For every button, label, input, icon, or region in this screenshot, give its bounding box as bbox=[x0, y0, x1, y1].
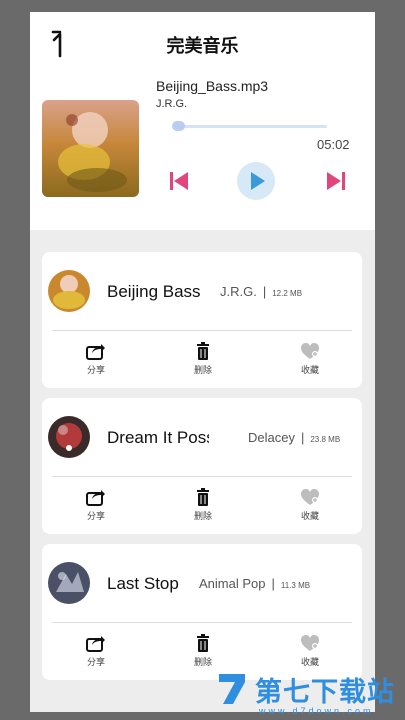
favorite-button[interactable]: 收藏 bbox=[290, 342, 330, 376]
play-icon bbox=[251, 172, 265, 190]
watermark-logo-icon bbox=[219, 674, 245, 704]
play-button[interactable] bbox=[237, 162, 275, 200]
album-cover bbox=[42, 100, 139, 197]
song-size: 23.8 MB bbox=[310, 435, 341, 444]
share-icon bbox=[86, 344, 105, 360]
favorite-button[interactable]: 收藏 bbox=[290, 488, 330, 522]
song-title: Last Stop bbox=[107, 574, 179, 593]
song-avatar bbox=[48, 562, 90, 604]
page-title: 完美音乐 bbox=[166, 36, 239, 56]
song-size: 11.3 MB bbox=[280, 581, 311, 590]
progress-handle[interactable] bbox=[172, 121, 185, 131]
share-label: 分享 bbox=[86, 511, 105, 521]
progress-bar[interactable] bbox=[173, 125, 327, 128]
song-artist: Animal Pop bbox=[199, 576, 266, 591]
share-label: 分享 bbox=[86, 657, 105, 667]
share-button[interactable]: 分享 bbox=[76, 634, 116, 668]
song-artist: Delacey bbox=[248, 430, 295, 445]
share-label: 分享 bbox=[86, 365, 105, 375]
delete-button[interactable]: 删除 bbox=[183, 342, 223, 376]
watermark: 第七下载站 www.d7down.com bbox=[205, 668, 405, 720]
song-meta: J.R.G. | 12.2 MB bbox=[220, 284, 303, 299]
favorite-label: 收藏 bbox=[300, 657, 319, 667]
song-meta: Delacey | 23.8 MB bbox=[248, 430, 341, 445]
watermark-url: www.d7down.com bbox=[259, 706, 374, 716]
delete-button[interactable]: 删除 bbox=[183, 634, 223, 668]
song-card[interactable]: Beijing Bass J.R.G. | 12.2 MB 分享 删除 收藏 bbox=[42, 252, 362, 388]
heart-icon bbox=[301, 343, 319, 359]
song-meta: Animal Pop | 11.3 MB bbox=[199, 576, 311, 591]
player-panel: 完美音乐 Beijing_Bass.mp3 J.R.G. 05:02 bbox=[30, 12, 375, 230]
track-duration: 05:02 bbox=[317, 137, 350, 152]
next-track-icon[interactable] bbox=[325, 170, 347, 192]
share-button[interactable]: 分享 bbox=[76, 488, 116, 522]
song-card[interactable]: Dream It Possib Delacey|23.8 MB 分享 删除 bbox=[42, 398, 362, 534]
share-icon bbox=[86, 490, 105, 506]
favorite-button[interactable]: 收藏 bbox=[290, 634, 330, 668]
watermark-text: 第七下载站 bbox=[255, 677, 395, 707]
favorite-label: 收藏 bbox=[300, 365, 319, 375]
song-artist: J.R.G. bbox=[220, 284, 257, 299]
heart-icon bbox=[301, 635, 319, 651]
song-size: 12.2 MB bbox=[272, 289, 303, 298]
song-card[interactable]: Last Stop Animal Pop | 11.3 MB 分享 删除 收藏 bbox=[42, 544, 362, 680]
share-icon bbox=[86, 636, 105, 652]
song-avatar bbox=[48, 416, 90, 458]
favorite-label: 收藏 bbox=[300, 511, 319, 521]
song-avatar bbox=[48, 270, 90, 312]
heart-icon bbox=[301, 489, 319, 505]
delete-button[interactable]: 删除 bbox=[183, 488, 223, 522]
delete-label: 删除 bbox=[193, 657, 212, 667]
song-title: Beijing Bass bbox=[107, 282, 201, 301]
trash-icon bbox=[197, 342, 209, 360]
divider bbox=[52, 622, 352, 623]
delete-label: 删除 bbox=[193, 511, 212, 521]
divider bbox=[52, 330, 352, 331]
track-artist: J.R.G. bbox=[156, 98, 188, 110]
previous-track-icon[interactable] bbox=[168, 170, 190, 192]
song-title: Dream It Possib bbox=[107, 428, 209, 447]
delete-label: 删除 bbox=[193, 365, 212, 375]
track-name: Beijing_Bass.mp3 bbox=[156, 78, 269, 94]
app-screen: 完美音乐 Beijing_Bass.mp3 J.R.G. 05:02 Beiji… bbox=[30, 12, 375, 712]
trash-icon bbox=[197, 634, 209, 652]
trash-icon bbox=[197, 488, 209, 506]
share-button[interactable]: 分享 bbox=[76, 342, 116, 376]
divider bbox=[52, 476, 352, 477]
